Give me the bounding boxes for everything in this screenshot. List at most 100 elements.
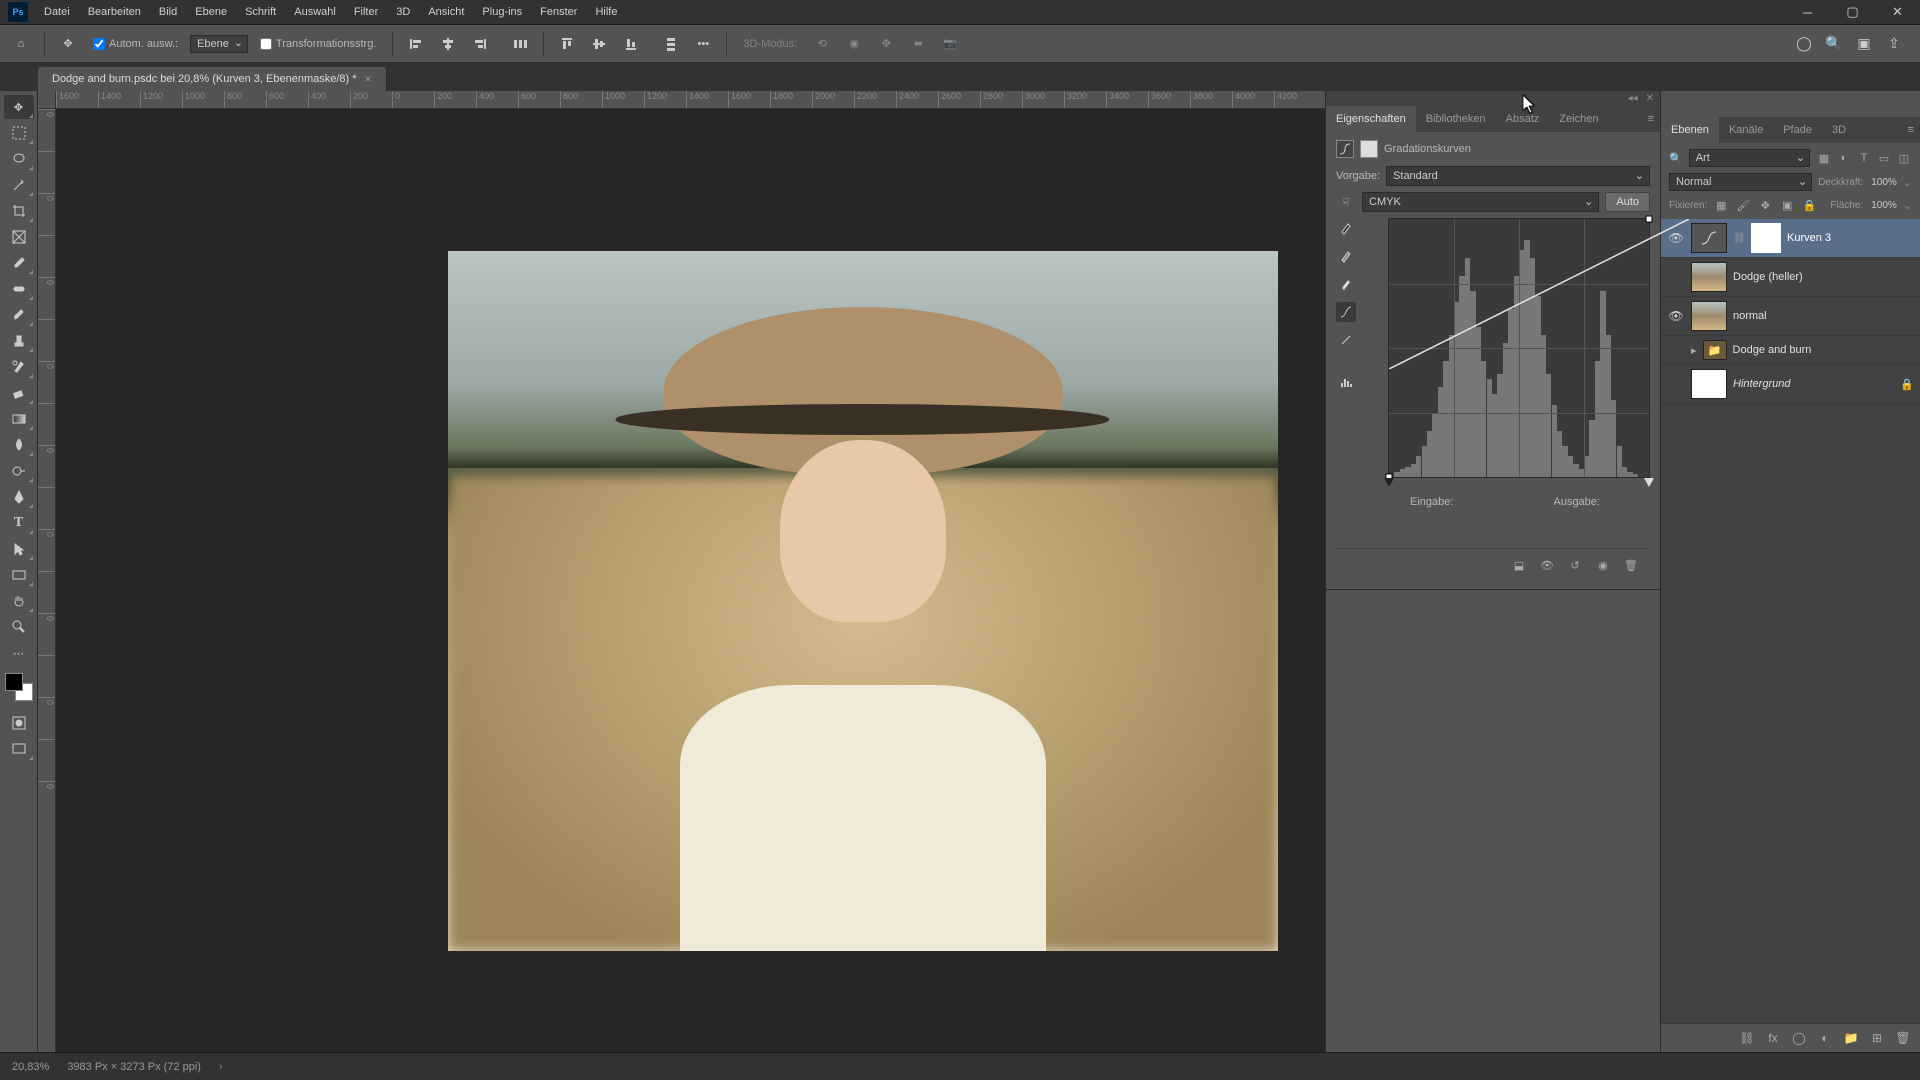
menu-image[interactable]: Bild xyxy=(151,2,185,22)
align-right-icon[interactable] xyxy=(467,31,493,57)
frame-tool[interactable] xyxy=(4,225,34,249)
mask-thumb[interactable] xyxy=(1751,223,1781,253)
black-point-slider[interactable] xyxy=(1384,478,1394,487)
tab-character[interactable]: Zeichen xyxy=(1549,106,1608,132)
home-button[interactable]: ⌂ xyxy=(8,31,34,57)
new-group-icon[interactable]: 📁 xyxy=(1842,1030,1860,1046)
edit-toolbar-icon[interactable]: ⋯ xyxy=(4,641,34,665)
lock-icon[interactable]: 🔒 xyxy=(1900,378,1914,391)
menu-window[interactable]: Fenster xyxy=(532,2,585,22)
layer-group-select[interactable]: Ebene xyxy=(190,35,248,53)
auto-select-checkbox[interactable] xyxy=(93,38,105,50)
layer-name[interactable]: normal xyxy=(1733,310,1767,322)
tab-3d[interactable]: 3D xyxy=(1822,117,1856,143)
filter-type-icon[interactable]: T xyxy=(1856,150,1872,166)
pen-tool[interactable] xyxy=(4,485,34,509)
layer-row[interactable]: Dodge (heller) xyxy=(1661,258,1920,297)
type-tool[interactable]: T xyxy=(4,511,34,535)
align-top-icon[interactable] xyxy=(554,31,580,57)
lock-pixels-icon[interactable]: 🖌 xyxy=(1735,197,1751,213)
rectangle-tool[interactable] xyxy=(4,563,34,587)
close-button[interactable]: ✕ xyxy=(1875,0,1920,25)
menu-file[interactable]: Datei xyxy=(36,2,78,22)
close-panel-icon[interactable]: ✕ xyxy=(1646,93,1654,104)
quick-mask-icon[interactable] xyxy=(4,711,34,735)
eyedropper-tool[interactable] xyxy=(4,251,34,275)
distribute-v-icon[interactable] xyxy=(658,31,684,57)
align-left-icon[interactable] xyxy=(403,31,429,57)
curve-point-highlight[interactable] xyxy=(1646,216,1653,223)
menu-edit[interactable]: Bearbeiten xyxy=(80,2,149,22)
auto-select-check[interactable]: Autom. ausw.: xyxy=(87,38,184,50)
fill-value[interactable]: 100% xyxy=(1871,200,1897,211)
screen-mode-icon[interactable] xyxy=(4,737,34,761)
new-adjustment-icon[interactable]: ◐ xyxy=(1816,1030,1834,1046)
lasso-tool[interactable] xyxy=(4,147,34,171)
lock-all-icon[interactable]: 🔒 xyxy=(1801,197,1817,213)
layers-panel-menu-icon[interactable]: ≡ xyxy=(1908,124,1914,136)
menu-type[interactable]: Schrift xyxy=(237,2,284,22)
group-thumb[interactable]: 📁 xyxy=(1703,340,1727,360)
layer-style-icon[interactable]: fx xyxy=(1764,1030,1782,1046)
preview-icon[interactable]: ◉ xyxy=(1594,557,1612,573)
clip-to-layer-icon[interactable]: ⬓ xyxy=(1510,557,1528,573)
more-align-icon[interactable]: ••• xyxy=(690,31,716,57)
sample-white-icon[interactable] xyxy=(1336,274,1356,294)
delete-adjustment-icon[interactable]: 🗑 xyxy=(1622,557,1640,573)
transform-controls-check[interactable]: Transformationsstrg. xyxy=(254,38,382,50)
cloud-docs-icon[interactable]: ◯ xyxy=(1794,34,1814,54)
filter-adjust-icon[interactable]: ◐ xyxy=(1836,150,1852,166)
tab-libraries[interactable]: Bibliotheken xyxy=(1416,106,1496,132)
layer-thumb[interactable] xyxy=(1691,369,1727,399)
horizontal-ruler[interactable]: 1600140012001000800600400200020040060080… xyxy=(56,91,1325,109)
lock-artboard-icon[interactable]: ▣ xyxy=(1779,197,1795,213)
tab-layers[interactable]: Ebenen xyxy=(1661,117,1719,143)
search-icon[interactable]: 🔍 xyxy=(1824,34,1844,54)
sample-gray-icon[interactable] xyxy=(1336,246,1356,266)
target-adjust-icon[interactable]: ☟ xyxy=(1336,192,1356,212)
layer-row[interactable]: 👁 normal xyxy=(1661,297,1920,336)
auto-button[interactable]: Auto xyxy=(1605,192,1650,212)
draw-curve-icon[interactable] xyxy=(1336,330,1356,350)
layer-name[interactable]: Dodge (heller) xyxy=(1733,271,1803,283)
delete-layer-icon[interactable]: 🗑 xyxy=(1894,1030,1912,1046)
add-mask-icon[interactable]: ◯ xyxy=(1790,1030,1808,1046)
crop-tool[interactable] xyxy=(4,199,34,223)
workspace-icon[interactable]: ▣ xyxy=(1854,34,1874,54)
path-select-tool[interactable] xyxy=(4,537,34,561)
history-brush-tool[interactable] xyxy=(4,355,34,379)
canvas-image[interactable] xyxy=(448,251,1278,951)
hand-tool[interactable] xyxy=(4,589,34,613)
color-swatches[interactable] xyxy=(5,673,33,701)
maximize-button[interactable]: ▢ xyxy=(1830,0,1875,25)
layer-row[interactable]: 👁 ⛓ Kurven 3 xyxy=(1661,219,1920,258)
toggle-visibility-icon[interactable]: 👁 xyxy=(1538,557,1556,573)
layer-name[interactable]: Dodge and burn xyxy=(1733,344,1812,356)
layer-filter-select[interactable]: Art xyxy=(1689,149,1810,167)
zoom-level[interactable]: 20,83% xyxy=(12,1061,49,1073)
share-icon[interactable]: ⇪ xyxy=(1884,34,1904,54)
edit-points-icon[interactable] xyxy=(1336,302,1356,322)
new-layer-icon[interactable]: ⊞ xyxy=(1868,1030,1886,1046)
white-point-slider[interactable] xyxy=(1644,478,1654,487)
layer-thumb[interactable] xyxy=(1691,301,1727,331)
marquee-tool[interactable] xyxy=(4,121,34,145)
collapse-panel-icon[interactable]: ◂◂ xyxy=(1628,93,1638,104)
link-icon[interactable]: ⛓ xyxy=(1733,233,1745,244)
filter-smart-icon[interactable]: ◫ xyxy=(1896,150,1912,166)
layer-row[interactable]: ▸ 📁 Dodge and burn xyxy=(1661,336,1920,365)
blend-mode-select[interactable]: Normal xyxy=(1669,173,1812,191)
adjustment-thumb[interactable] xyxy=(1691,223,1727,253)
filter-search-icon[interactable]: 🔍 xyxy=(1669,152,1683,165)
menu-3d[interactable]: 3D xyxy=(388,2,418,22)
panel-menu-icon[interactable]: ≡ xyxy=(1648,113,1654,125)
move-tool[interactable]: ✥ xyxy=(4,95,34,119)
histogram-toggle-icon[interactable] xyxy=(1336,372,1356,392)
transform-checkbox[interactable] xyxy=(260,38,272,50)
close-tab-icon[interactable]: × xyxy=(365,72,372,86)
brush-tool[interactable] xyxy=(4,303,34,327)
menu-view[interactable]: Ansicht xyxy=(420,2,472,22)
tab-paragraph[interactable]: Absatz xyxy=(1496,106,1550,132)
filter-shape-icon[interactable]: ▭ xyxy=(1876,150,1892,166)
filter-pixel-icon[interactable]: ▦ xyxy=(1816,150,1832,166)
